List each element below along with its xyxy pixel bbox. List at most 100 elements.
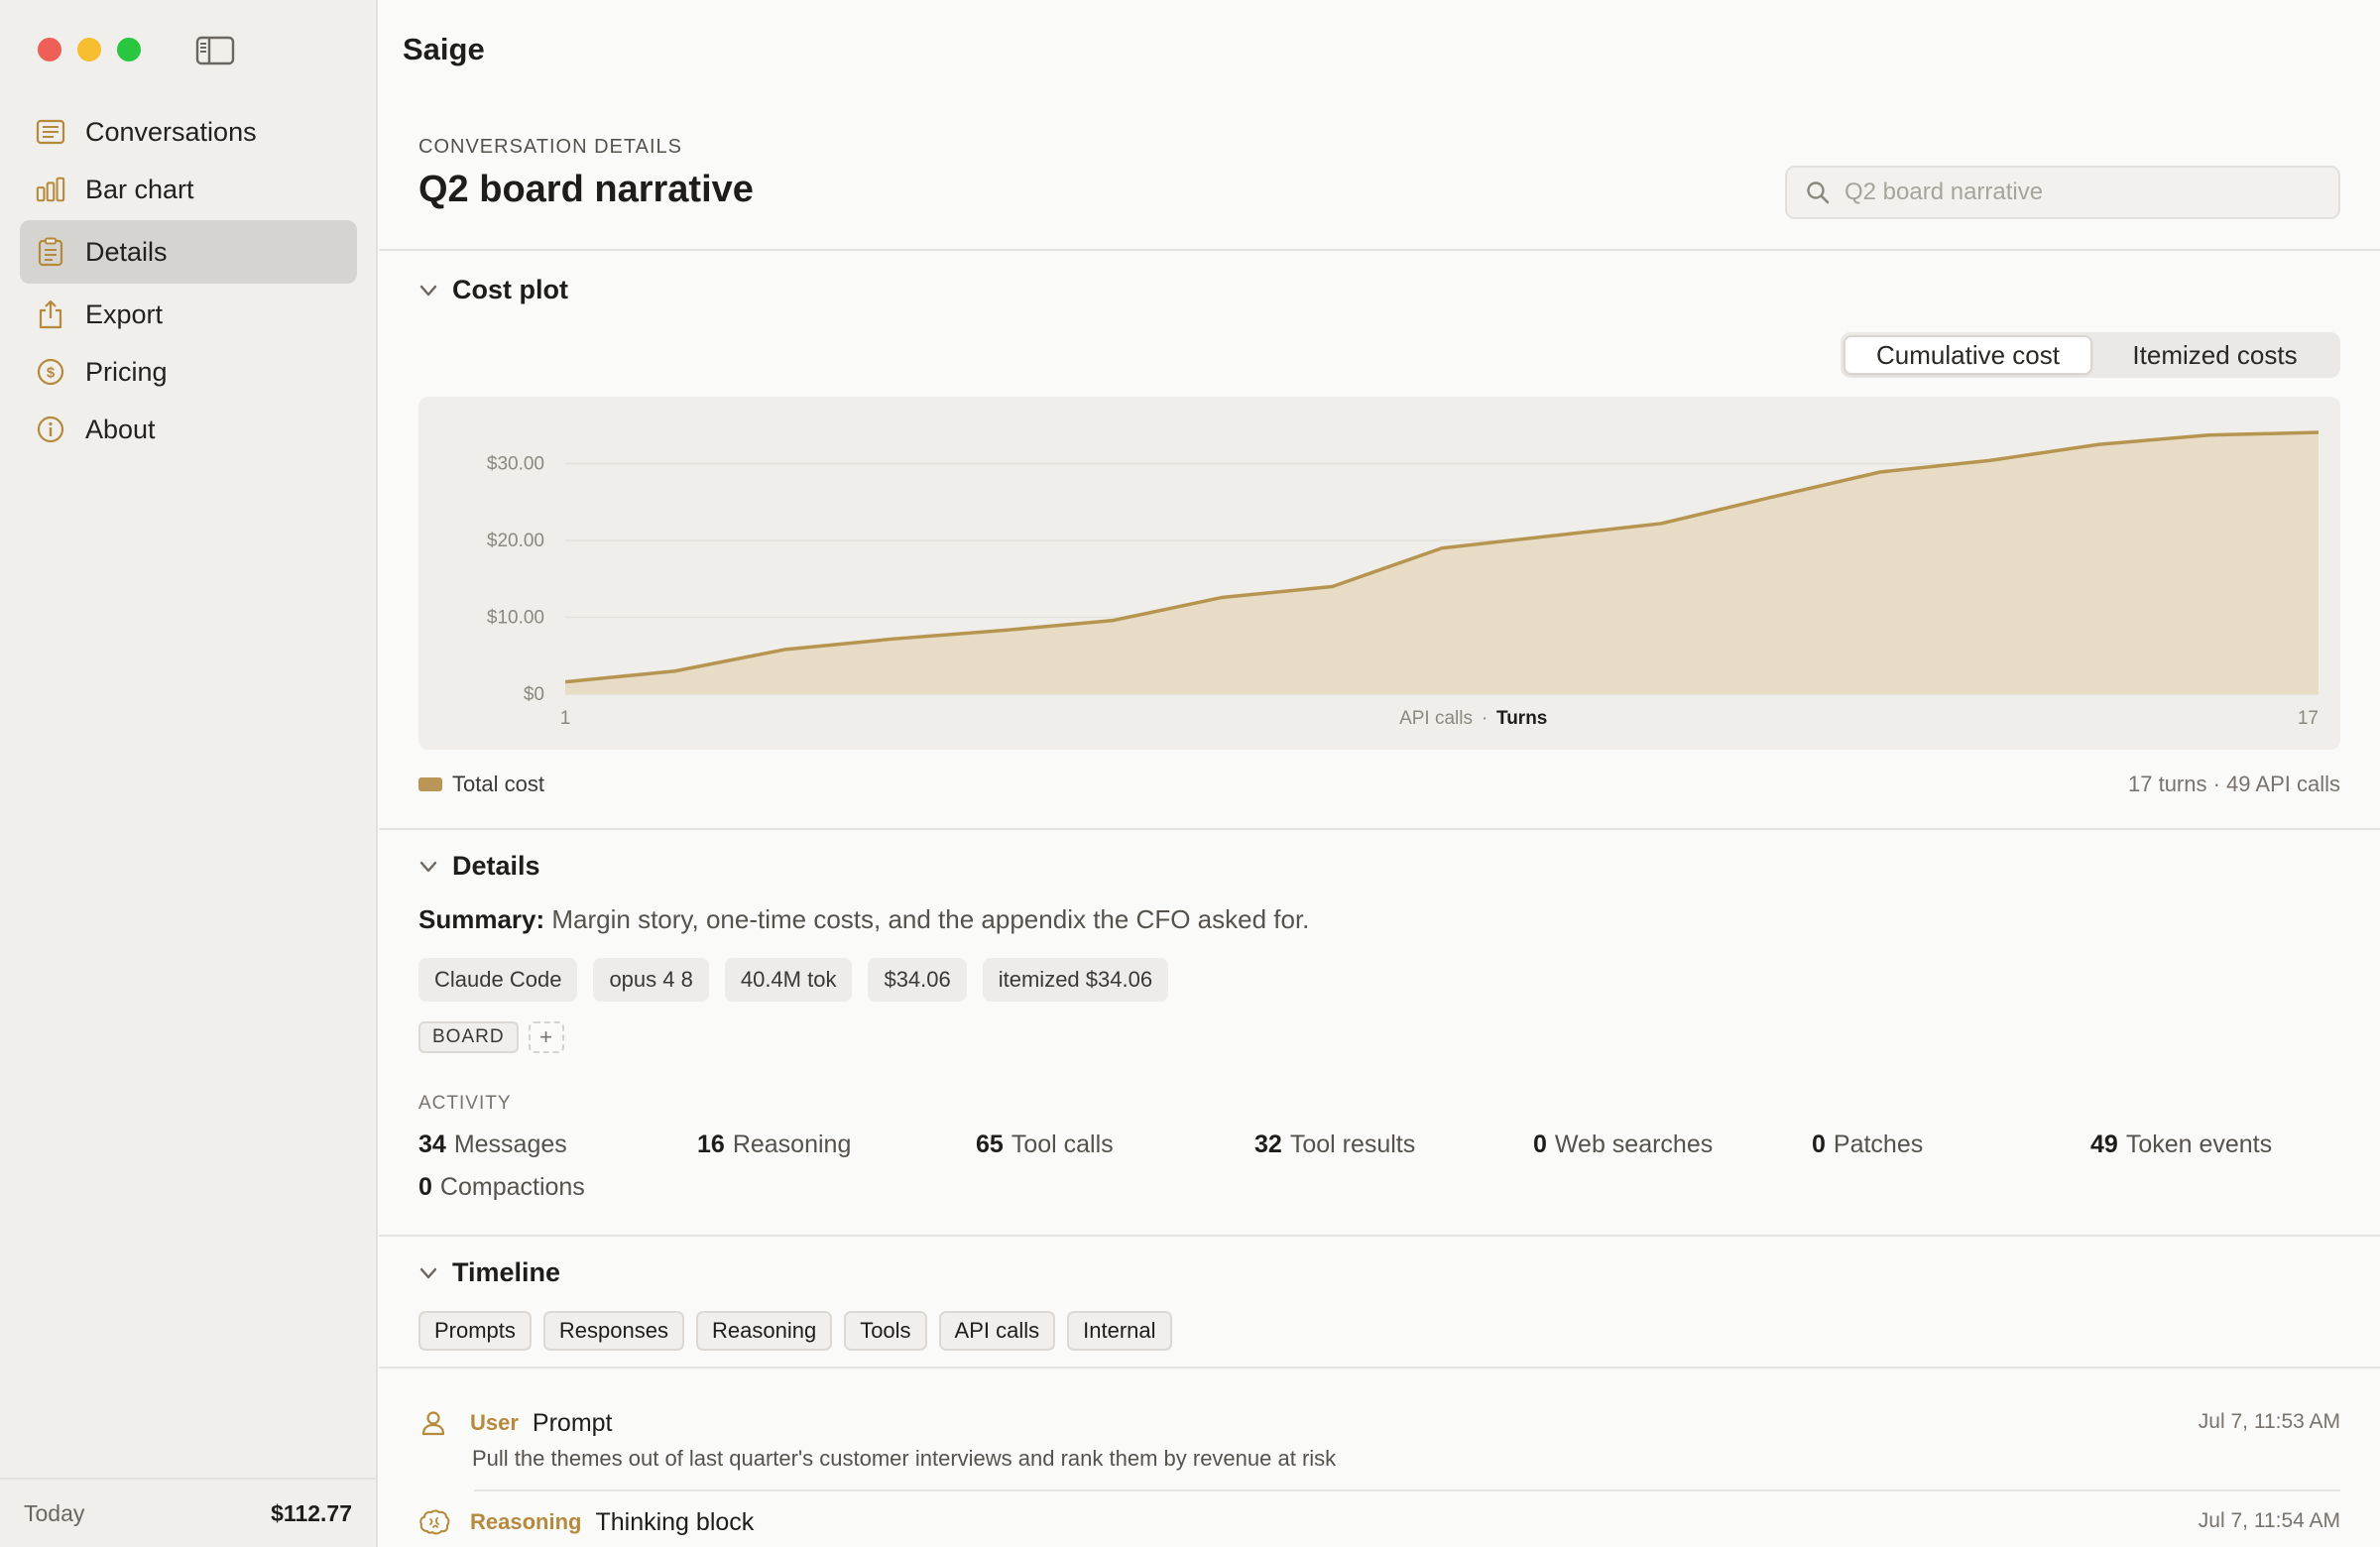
- timeline-item[interactable]: Reasoning Thinking block Jul 7, 11:54 AM: [418, 1505, 2340, 1539]
- timeline-item[interactable]: User Prompt Jul 7, 11:53 AM Pull the the…: [418, 1406, 2340, 1472]
- legend-swatch: [418, 777, 442, 791]
- timeline-item-header: User Prompt: [418, 1406, 2340, 1440]
- clipboard-icon: [36, 237, 65, 267]
- activity-label: ACTIVITY: [418, 1093, 512, 1114]
- divider: [474, 1489, 2340, 1491]
- dollar-icon: $: [36, 357, 65, 387]
- page-eyebrow: CONVERSATION DETAILS: [418, 136, 682, 158]
- sidebar-toggle-icon[interactable]: [195, 36, 235, 65]
- summary: Summary: Margin story, one-time costs, a…: [418, 904, 1309, 935]
- today-cost: $112.77: [271, 1499, 352, 1526]
- filter-api-calls[interactable]: API calls: [938, 1311, 1056, 1351]
- sidebar-item-label: Pricing: [85, 356, 168, 387]
- divider: [379, 249, 2380, 251]
- chart-y-ticks: $0 $10.00 $20.00 $30.00: [487, 453, 544, 705]
- legend-label: Total cost: [452, 772, 544, 796]
- chip-model: opus 4 8: [593, 958, 709, 1002]
- chart-area-fill: [565, 432, 2319, 694]
- activity-tool-calls: 65 Tool calls: [976, 1130, 1254, 1159]
- y-tick-label: $30.00: [487, 453, 544, 474]
- bar-chart-icon: [36, 175, 65, 204]
- sidebar-footer: Today $112.77: [0, 1478, 376, 1547]
- timeline-timestamp: Jul 7, 11:53 AM: [2198, 1410, 2340, 1433]
- sidebar-item-pricing[interactable]: $ Pricing: [20, 343, 357, 401]
- divider: [379, 1367, 2380, 1368]
- activity-count: 0: [418, 1173, 432, 1201]
- activity-web-searches: 0 Web searches: [1533, 1130, 1812, 1159]
- section-title: Cost plot: [452, 275, 568, 304]
- sidebar-item-conversations[interactable]: Conversations: [20, 103, 357, 161]
- filter-reasoning[interactable]: Reasoning: [696, 1311, 833, 1351]
- section-title: Timeline: [452, 1257, 561, 1287]
- activity-count: 16: [697, 1130, 725, 1158]
- info-icon: [36, 415, 65, 444]
- chevron-down-icon: [419, 1267, 437, 1278]
- search-box[interactable]: [1785, 166, 2340, 219]
- add-tag-button[interactable]: +: [528, 1021, 564, 1053]
- cost-view-toggle: Cumulative cost Itemized costs: [1841, 332, 2340, 378]
- activity-count: 0: [1812, 1130, 1826, 1158]
- activity-messages: 34 Messages: [418, 1130, 697, 1159]
- search-input[interactable]: [1844, 178, 2320, 206]
- today-label: Today: [24, 1499, 85, 1526]
- minimize-window-button[interactable]: [77, 38, 101, 61]
- divider: [379, 1235, 2380, 1237]
- filter-responses[interactable]: Responses: [542, 1311, 684, 1351]
- activity-count: 32: [1254, 1130, 1282, 1158]
- activity-compactions: 0 Compactions: [418, 1173, 697, 1202]
- timeline-kind: Prompt: [532, 1408, 613, 1437]
- y-tick-label: $0: [524, 684, 544, 705]
- x-axis-label-separator: ·: [1482, 708, 1488, 729]
- activity-label-text: Compactions: [439, 1173, 585, 1201]
- chevron-down-icon: [419, 285, 437, 296]
- user-icon: [418, 1408, 448, 1438]
- section-toggle-cost-plot[interactable]: Cost plot: [418, 275, 568, 305]
- x-axis-label-turns: Turns: [1496, 708, 1547, 729]
- summary-text: Margin story, one-time costs, and the ap…: [551, 904, 1310, 934]
- activity-label-text: Tool calls: [1011, 1130, 1114, 1158]
- sidebar-item-bar-chart[interactable]: Bar chart: [20, 161, 357, 218]
- tab-cumulative-cost[interactable]: Cumulative cost: [1844, 335, 2092, 375]
- timeline-role: User: [470, 1410, 519, 1435]
- timeline-timestamp: Jul 7, 11:54 AM: [2198, 1509, 2340, 1532]
- chevron-down-icon: [419, 861, 437, 872]
- timeline-item-header: Reasoning Thinking block: [418, 1505, 2340, 1539]
- chip-source: Claude Code: [418, 958, 578, 1002]
- activity-count: 49: [2090, 1130, 2118, 1158]
- summary-label: Summary:: [418, 904, 545, 934]
- section-toggle-details[interactable]: Details: [418, 851, 540, 882]
- sidebar-item-export[interactable]: Export: [20, 286, 357, 343]
- app-window: Conversations Bar chart Details Export $…: [0, 0, 2380, 1547]
- sidebar-item-details[interactable]: Details: [20, 220, 357, 284]
- timeline-role: Reasoning: [470, 1509, 582, 1534]
- x-axis-label-api-calls: API calls: [1399, 708, 1473, 729]
- x-tick-end: 17: [2298, 708, 2319, 729]
- cost-chart-svg: $0 $10.00 $20.00 $30.00 1 17 API calls · Tu…: [487, 430, 2320, 729]
- sidebar-item-label: About: [85, 414, 156, 444]
- brain-icon: [418, 1507, 450, 1537]
- window-controls: [38, 38, 141, 61]
- close-window-button[interactable]: [38, 38, 61, 61]
- timeline-kind: Thinking block: [595, 1507, 755, 1536]
- section-toggle-timeline[interactable]: Timeline: [418, 1257, 560, 1288]
- zoom-window-button[interactable]: [117, 38, 141, 61]
- sidebar-item-label: Conversations: [85, 116, 257, 147]
- tag-board[interactable]: BOARD: [418, 1021, 519, 1053]
- sidebar-nav: Conversations Bar chart Details Export $…: [20, 103, 357, 458]
- chart-meta: 17 turns · 49 API calls: [2128, 772, 2340, 796]
- filter-prompts[interactable]: Prompts: [418, 1311, 532, 1351]
- filter-internal[interactable]: Internal: [1067, 1311, 1172, 1351]
- tags: BOARD +: [418, 1021, 564, 1053]
- activity-token-events: 49 Token events: [2090, 1130, 2369, 1159]
- sidebar-item-about[interactable]: About: [20, 401, 357, 458]
- filter-tools[interactable]: Tools: [844, 1311, 927, 1351]
- activity-label-text: Patches: [1833, 1130, 1924, 1158]
- page-title: Q2 board narrative: [418, 169, 754, 210]
- divider: [379, 828, 2380, 830]
- activity-count: 65: [976, 1130, 1004, 1158]
- tab-itemized-costs[interactable]: Itemized costs: [2092, 335, 2337, 375]
- sidebar: Conversations Bar chart Details Export $…: [0, 0, 378, 1547]
- activity-count: 0: [1533, 1130, 1547, 1158]
- sidebar-item-label: Bar chart: [85, 174, 194, 204]
- activity-grid: 34 Messages 16 Reasoning 65 Tool calls 32 To…: [418, 1130, 2340, 1202]
